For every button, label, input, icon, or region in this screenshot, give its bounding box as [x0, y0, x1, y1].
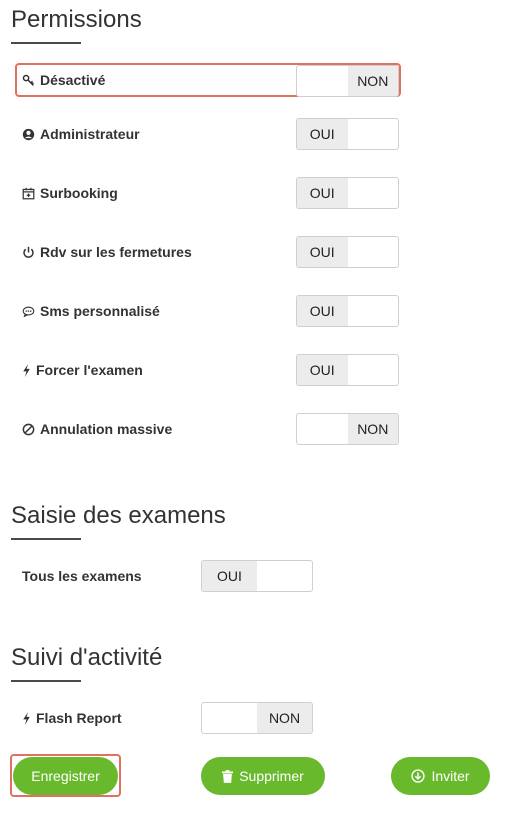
permission-label-sms: Sms personnalisé — [40, 303, 160, 319]
permission-label-forcer-examen: Forcer l'examen — [36, 362, 143, 378]
trash-icon — [222, 769, 234, 783]
suivi-row-flash-report: Flash Report — [22, 710, 122, 726]
calendar-plus-icon — [22, 187, 35, 199]
chat-bubble-icon — [22, 306, 35, 317]
toggle-flash-report-empty[interactable] — [202, 703, 257, 733]
permission-row-annulation-massive: Annulation massive — [22, 421, 172, 437]
toggle-administrateur-empty[interactable] — [348, 119, 399, 149]
toggle-desactive-empty[interactable] — [297, 66, 348, 96]
invite-button-label: Inviter — [431, 768, 470, 784]
download-circle-icon — [411, 769, 426, 783]
permissions-underline — [11, 42, 81, 44]
power-icon — [23, 246, 34, 258]
permission-row-surbooking: Surbooking — [22, 185, 118, 201]
toggle-administrateur-state[interactable]: OUI — [297, 119, 348, 149]
toggle-rdv-fermetures-state[interactable]: OUI — [297, 237, 348, 267]
toggle-annulation-massive-state[interactable]: NON — [347, 414, 398, 444]
toggle-annulation-massive[interactable]: NON — [296, 413, 399, 445]
permission-label-rdv-fermetures: Rdv sur les fermetures — [40, 244, 192, 260]
save-button-label: Enregistrer — [31, 768, 100, 784]
bolt-icon — [23, 363, 30, 377]
toggle-tous-examens-state[interactable]: OUI — [202, 561, 257, 591]
bolt-icon — [23, 711, 30, 725]
suivi-underline — [11, 680, 81, 682]
toggle-sms-state[interactable]: OUI — [297, 296, 348, 326]
permission-label-desactive: Désactivé — [40, 72, 106, 88]
toggle-annulation-massive-empty[interactable] — [297, 414, 348, 444]
key-icon — [22, 74, 34, 86]
permission-row-forcer-examen: Forcer l'examen — [22, 362, 143, 378]
suivi-label-flash-report: Flash Report — [36, 710, 122, 726]
toggle-desactive-state[interactable]: NON — [347, 66, 398, 96]
permissions-title: Permissions — [11, 6, 142, 33]
saisie-row-tous-examens: Tous les examens — [22, 568, 142, 584]
permission-row-desactive: Désactivé — [22, 72, 105, 88]
toggle-tous-examens[interactable]: OUI — [201, 560, 313, 592]
delete-button-label: Supprimer — [239, 768, 304, 784]
suivi-title: Suivi d'activité — [11, 644, 163, 671]
toggle-forcer-examen-state[interactable]: OUI — [297, 355, 348, 385]
ban-icon — [22, 423, 35, 435]
toggle-administrateur[interactable]: OUI — [296, 118, 399, 150]
toggle-tous-examens-empty[interactable] — [257, 561, 312, 591]
saisie-label-tous-examens: Tous les examens — [22, 568, 142, 584]
saisie-title: Saisie des examens — [11, 502, 226, 529]
toggle-surbooking[interactable]: OUI — [296, 177, 399, 209]
toggle-forcer-examen-empty[interactable] — [348, 355, 399, 385]
saisie-underline — [11, 538, 81, 540]
invite-button[interactable]: Inviter — [391, 757, 490, 795]
user-circle-icon — [22, 128, 35, 140]
save-button[interactable]: Enregistrer — [13, 757, 118, 795]
toggle-forcer-examen[interactable]: OUI — [296, 354, 399, 386]
toggle-rdv-fermetures-empty[interactable] — [348, 237, 399, 267]
toggle-surbooking-state[interactable]: OUI — [297, 178, 348, 208]
toggle-sms-empty[interactable] — [348, 296, 399, 326]
delete-button[interactable]: Supprimer — [201, 757, 325, 795]
permission-row-rdv-fermetures: Rdv sur les fermetures — [22, 244, 192, 260]
permission-label-administrateur: Administrateur — [40, 126, 140, 142]
toggle-flash-report[interactable]: NON — [201, 702, 313, 734]
toggle-flash-report-state[interactable]: NON — [257, 703, 312, 733]
permission-row-administrateur: Administrateur — [22, 126, 140, 142]
permission-row-sms: Sms personnalisé — [22, 303, 160, 319]
toggle-rdv-fermetures[interactable]: OUI — [296, 236, 399, 268]
toggle-sms[interactable]: OUI — [296, 295, 399, 327]
toggle-surbooking-empty[interactable] — [348, 178, 399, 208]
permission-label-annulation-massive: Annulation massive — [40, 421, 173, 437]
toggle-desactive[interactable]: NON — [296, 65, 399, 97]
permission-label-surbooking: Surbooking — [40, 185, 118, 201]
